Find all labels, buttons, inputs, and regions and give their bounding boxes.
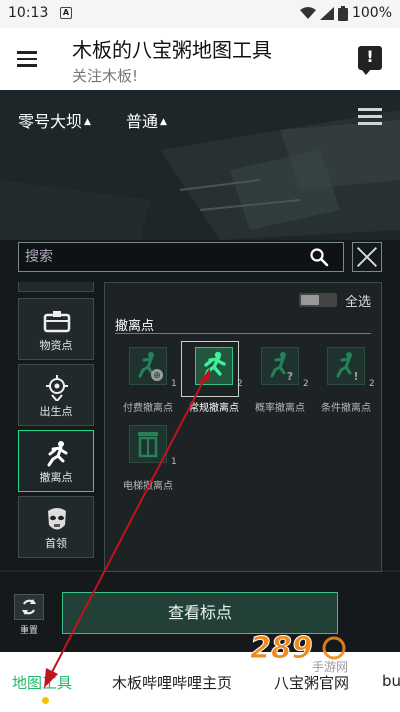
- tab-map-tool[interactable]: 地图工具: [12, 672, 72, 693]
- hamburger-menu-icon[interactable]: [14, 48, 40, 70]
- watermark-number: 289: [250, 631, 313, 666]
- app-title: 木板的八宝粥地图工具: [72, 38, 272, 62]
- supply-icon: [43, 311, 71, 333]
- chance-evacuation-icon: ?: [261, 347, 299, 385]
- marker-count: 2: [237, 379, 243, 389]
- marker-count: 1: [171, 457, 177, 467]
- watermark-subtext: 手游网: [312, 660, 348, 674]
- category-item-spawn[interactable]: 出生点: [18, 364, 94, 426]
- category-label: 撤离点: [39, 471, 73, 484]
- marker-label: 常规撤离点: [189, 403, 239, 414]
- difficulty-dropdown[interactable]: 普通 ▲: [126, 108, 167, 132]
- marker-count: 2: [369, 379, 375, 389]
- category-label: 出生点: [39, 405, 73, 418]
- battery-percent: 100%: [351, 5, 392, 21]
- conditional-evacuation-icon: !: [327, 347, 365, 385]
- marker-label: 条件撤离点: [321, 403, 371, 414]
- divider: [115, 333, 371, 334]
- regular-evacuation-icon: [195, 347, 233, 385]
- active-tab-indicator: [42, 697, 49, 704]
- status-time: 10:13: [8, 5, 49, 21]
- marker-count: 1: [171, 379, 177, 389]
- elevator-evacuation-icon: [129, 425, 167, 463]
- marker-paid-evacuation[interactable]: ⊕ 1 付费撤离点: [115, 341, 181, 417]
- category-item-evacuation[interactable]: 撤离点: [18, 430, 94, 492]
- svg-text:!: !: [353, 370, 358, 383]
- tab-bilibili-homepage[interactable]: 木板哔哩哔哩主页: [112, 672, 232, 693]
- select-all-toggle[interactable]: [299, 293, 337, 307]
- close-icon[interactable]: [352, 242, 382, 272]
- wifi-icon: [299, 6, 316, 19]
- difficulty-name: 普通: [126, 112, 159, 131]
- feedback-icon[interactable]: !: [358, 46, 382, 75]
- svg-text:⊕: ⊕: [153, 371, 161, 381]
- status-right: 100%: [299, 5, 392, 21]
- search-input[interactable]: [25, 243, 295, 271]
- reset-button[interactable]: 重置: [14, 594, 44, 640]
- category-item-supply[interactable]: 物资点: [18, 298, 94, 360]
- category-list[interactable]: 物资点 出生点 撤离点 首领: [18, 282, 94, 572]
- map-select-dropdown[interactable]: 零号大坝 ▲: [18, 108, 91, 132]
- app-subtitle: 关注木板!: [72, 67, 139, 85]
- marker-elevator-evacuation[interactable]: 1 电梯撤离点: [115, 419, 181, 495]
- mask-icon: [48, 508, 66, 530]
- marker-count: 2: [303, 379, 309, 389]
- spawn-icon: [46, 375, 68, 401]
- map-name: 零号大坝: [18, 112, 83, 131]
- search-icon[interactable]: [309, 247, 329, 267]
- map-top-bar: 零号大坝 ▲ 普通 ▲: [0, 90, 400, 150]
- caret-up-icon: ▲: [84, 117, 91, 127]
- select-all-label: 全选: [345, 295, 372, 310]
- app-bar: 木板的八宝粥地图工具 关注木板! !: [0, 28, 400, 90]
- map-view[interactable]: 零号大坝▲ 普通▲ 物资点: [0, 90, 400, 652]
- view-markers-button[interactable]: 查看标点: [62, 592, 338, 634]
- search-bar: [18, 242, 344, 272]
- section-title: 撤离点: [115, 319, 155, 334]
- marker-chance-evacuation[interactable]: ? 2 概率撤离点: [247, 341, 313, 417]
- running-man-icon: [47, 441, 68, 467]
- refresh-icon: [14, 594, 44, 620]
- tab-bu[interactable]: bu: [382, 672, 400, 690]
- status-bar: 10:13 A 100%: [0, 0, 400, 28]
- marker-label: 电梯撤离点: [123, 481, 173, 492]
- list-icon[interactable]: [358, 108, 382, 128]
- signal-icon: [319, 6, 334, 20]
- tab-official-site[interactable]: 八宝粥官网: [274, 672, 349, 693]
- marker-label: 付费撤离点: [123, 403, 173, 414]
- battery-icon: [337, 5, 348, 21]
- marker-conditional-evacuation[interactable]: ! 2 条件撤离点: [313, 341, 379, 417]
- marker-regular-evacuation[interactable]: 2 常规撤离点: [181, 341, 247, 417]
- marker-label: 概率撤离点: [255, 403, 305, 414]
- category-label: 物资点: [39, 339, 73, 352]
- reset-label: 重置: [19, 626, 38, 636]
- caret-up-icon: ▲: [160, 117, 167, 127]
- item-panel: 全选 撤离点 ⊕ 1 付费撤离点 2 常规撤离点 ? 2 概率撤离点 ! 2 条…: [104, 282, 382, 572]
- category-item-partial[interactable]: [18, 282, 94, 292]
- svg-text:?: ?: [287, 370, 293, 383]
- site-watermark-logo: 289 手游网: [250, 631, 349, 675]
- category-label: 首领: [45, 537, 67, 550]
- paid-evacuation-icon: ⊕: [129, 347, 167, 385]
- category-item-boss[interactable]: 首领: [18, 496, 94, 558]
- notification-icon: A: [60, 7, 72, 19]
